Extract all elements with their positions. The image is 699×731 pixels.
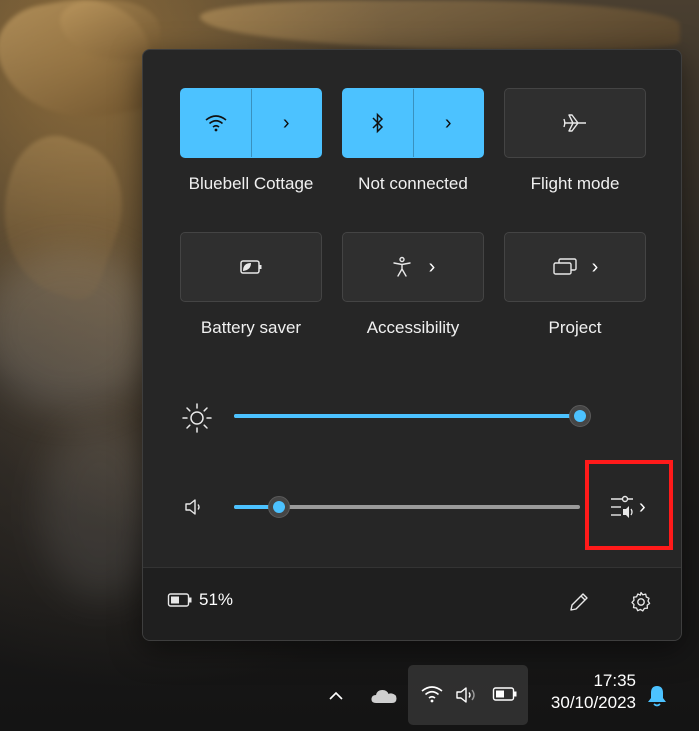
wallpaper-ridge xyxy=(200,0,680,50)
wallpaper-fog xyxy=(0,250,160,410)
bluetooth-tile-label: Not connected xyxy=(358,174,468,193)
network-volume-battery-tray[interactable] xyxy=(408,665,528,725)
onedrive-button[interactable] xyxy=(368,682,400,710)
brightness-slider-thumb[interactable] xyxy=(569,405,591,427)
battery-icon xyxy=(167,593,192,607)
wifi-expand-button[interactable]: › xyxy=(252,89,322,157)
brightness-slider[interactable] xyxy=(234,414,580,418)
notification-bell-icon xyxy=(648,686,666,707)
chevron-right-icon: › xyxy=(428,256,436,278)
quick-settings-footer: 51% xyxy=(143,567,681,640)
highlight-box xyxy=(585,460,673,550)
battery-status[interactable]: 51% xyxy=(167,590,233,610)
battery-icon xyxy=(492,687,517,701)
taskbar-time: 17:35 xyxy=(593,671,636,690)
chevron-up-icon xyxy=(329,691,343,700)
taskbar-clock[interactable]: 17:35 30/10/2023 xyxy=(530,670,636,714)
brightness-icon xyxy=(182,403,212,433)
volume-icon[interactable] xyxy=(183,496,205,518)
show-hidden-icons-button[interactable] xyxy=(322,682,350,710)
quick-settings-panel: › Bluebell Cottage › Not connected Fligh… xyxy=(142,49,682,641)
volume-slider-thumb[interactable] xyxy=(268,496,290,518)
airplane-icon xyxy=(563,114,586,132)
battery-percent: 51% xyxy=(199,590,234,609)
chevron-right-icon: › xyxy=(444,112,452,134)
wifi-icon xyxy=(421,686,443,703)
pencil-icon[interactable] xyxy=(567,590,591,614)
gear-icon[interactable] xyxy=(629,590,653,614)
accessibility-icon xyxy=(392,256,411,277)
project-tile-label: Project xyxy=(548,318,602,337)
onedrive-cloud-icon xyxy=(371,690,397,703)
flight-mode-tile-label: Flight mode xyxy=(530,174,620,193)
taskbar-date: 30/10/2023 xyxy=(550,693,636,712)
bluetooth-icon xyxy=(372,112,383,134)
notification-center-button[interactable] xyxy=(644,682,670,710)
accessibility-tile[interactable]: › xyxy=(342,232,484,302)
project-tile[interactable]: › xyxy=(504,232,646,302)
wifi-icon xyxy=(205,115,227,132)
volume-icon xyxy=(456,687,475,703)
chevron-right-icon: › xyxy=(591,256,599,278)
bluetooth-toggle-button[interactable] xyxy=(343,89,413,157)
bluetooth-expand-button[interactable]: › xyxy=(414,89,484,157)
project-icon xyxy=(552,258,577,275)
battery-saver-tile[interactable] xyxy=(180,232,322,302)
accessibility-tile-label: Accessibility xyxy=(366,318,460,337)
chevron-right-icon: › xyxy=(282,112,290,134)
battery-saver-tile-label: Battery saver xyxy=(200,318,302,337)
battery-saver-icon xyxy=(240,260,262,274)
wifi-tile[interactable]: › xyxy=(180,88,322,158)
bluetooth-tile[interactable]: › xyxy=(342,88,484,158)
wifi-tile-label: Bluebell Cottage xyxy=(188,174,314,193)
brightness-slider-fill xyxy=(234,414,580,418)
flight-mode-tile[interactable] xyxy=(504,88,646,158)
wifi-toggle-button[interactable] xyxy=(181,89,251,157)
